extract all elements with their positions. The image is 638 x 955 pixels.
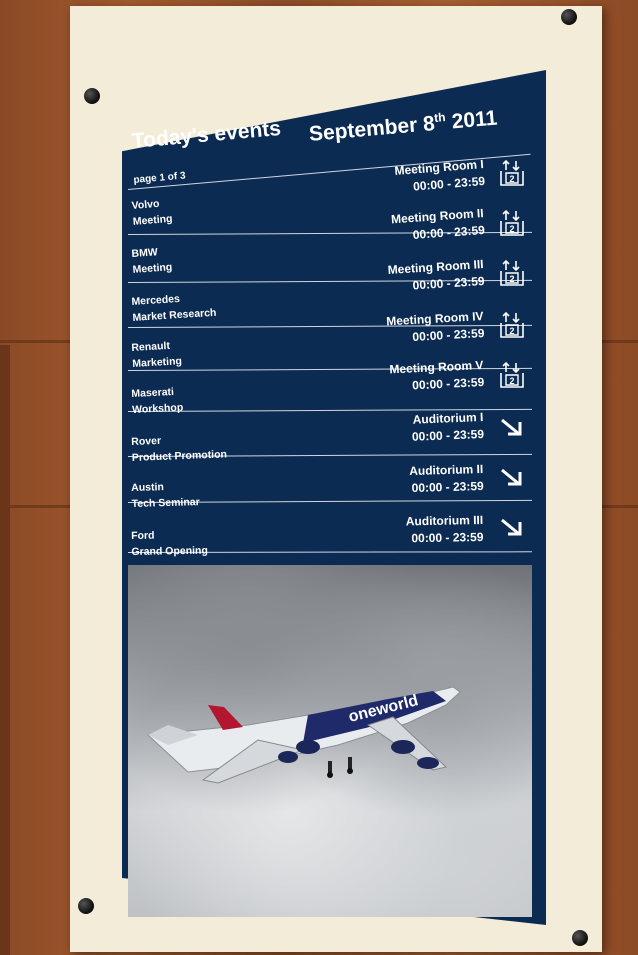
floor-2-up-down-icon: 2 bbox=[500, 361, 524, 388]
event-type: Meeting bbox=[132, 261, 173, 276]
event-company: Austin bbox=[131, 481, 165, 494]
event-info: BMW Meeting bbox=[131, 243, 173, 278]
wall-edge bbox=[0, 345, 10, 955]
event-info: Maserati Workshop bbox=[131, 384, 184, 418]
arrow-down-right-icon bbox=[501, 418, 522, 436]
event-location: Auditorium I 00:00 - 23:59 bbox=[313, 409, 485, 450]
arrow-down-right-icon bbox=[501, 468, 522, 486]
floor-number: 2 bbox=[509, 224, 514, 234]
event-type: Meeting bbox=[132, 212, 173, 228]
event-info: Austin Tech Seminar bbox=[131, 478, 200, 512]
floor-2-up-down-icon: 2 bbox=[500, 311, 524, 338]
event-time: 00:00 - 23:59 bbox=[411, 529, 484, 546]
event-location: Auditorium II 00:00 - 23:59 bbox=[313, 461, 484, 500]
airplane-photo: oneworld bbox=[128, 565, 532, 917]
date-year: 2011 bbox=[450, 106, 499, 134]
airplane-image: oneworld bbox=[146, 686, 461, 784]
event-type: Marketing bbox=[132, 355, 183, 370]
event-type: Grand Opening bbox=[131, 544, 208, 558]
floor-2-up-down-icon: 2 bbox=[500, 259, 524, 286]
event-info: Rover Product Promotion bbox=[131, 430, 227, 466]
event-info: Ford Grand Opening bbox=[131, 527, 208, 560]
event-location: Auditorium III 00:00 - 23:59 bbox=[313, 512, 484, 549]
arrow-down-right-icon bbox=[501, 518, 522, 536]
floor-2-up-down-icon: 2 bbox=[500, 159, 524, 186]
floor-number: 2 bbox=[509, 274, 514, 284]
event-info: Volvo Meeting bbox=[131, 195, 173, 230]
date-suffix: th bbox=[433, 110, 447, 125]
screw-icon bbox=[572, 930, 588, 946]
floor-2-up-down-icon: 2 bbox=[500, 209, 524, 236]
event-company: Ford bbox=[131, 529, 155, 542]
screw-icon bbox=[84, 88, 100, 104]
floor-number: 2 bbox=[509, 376, 514, 386]
event-info: Renault Marketing bbox=[131, 337, 182, 372]
floor-number: 2 bbox=[509, 326, 514, 336]
event-type: Tech Seminar bbox=[131, 496, 200, 510]
floor-number: 2 bbox=[509, 174, 514, 184]
event-info: Mercedes Market Research bbox=[131, 289, 217, 326]
screw-icon bbox=[78, 898, 94, 914]
screw-icon bbox=[561, 9, 577, 25]
event-type: Workshop bbox=[131, 401, 184, 416]
